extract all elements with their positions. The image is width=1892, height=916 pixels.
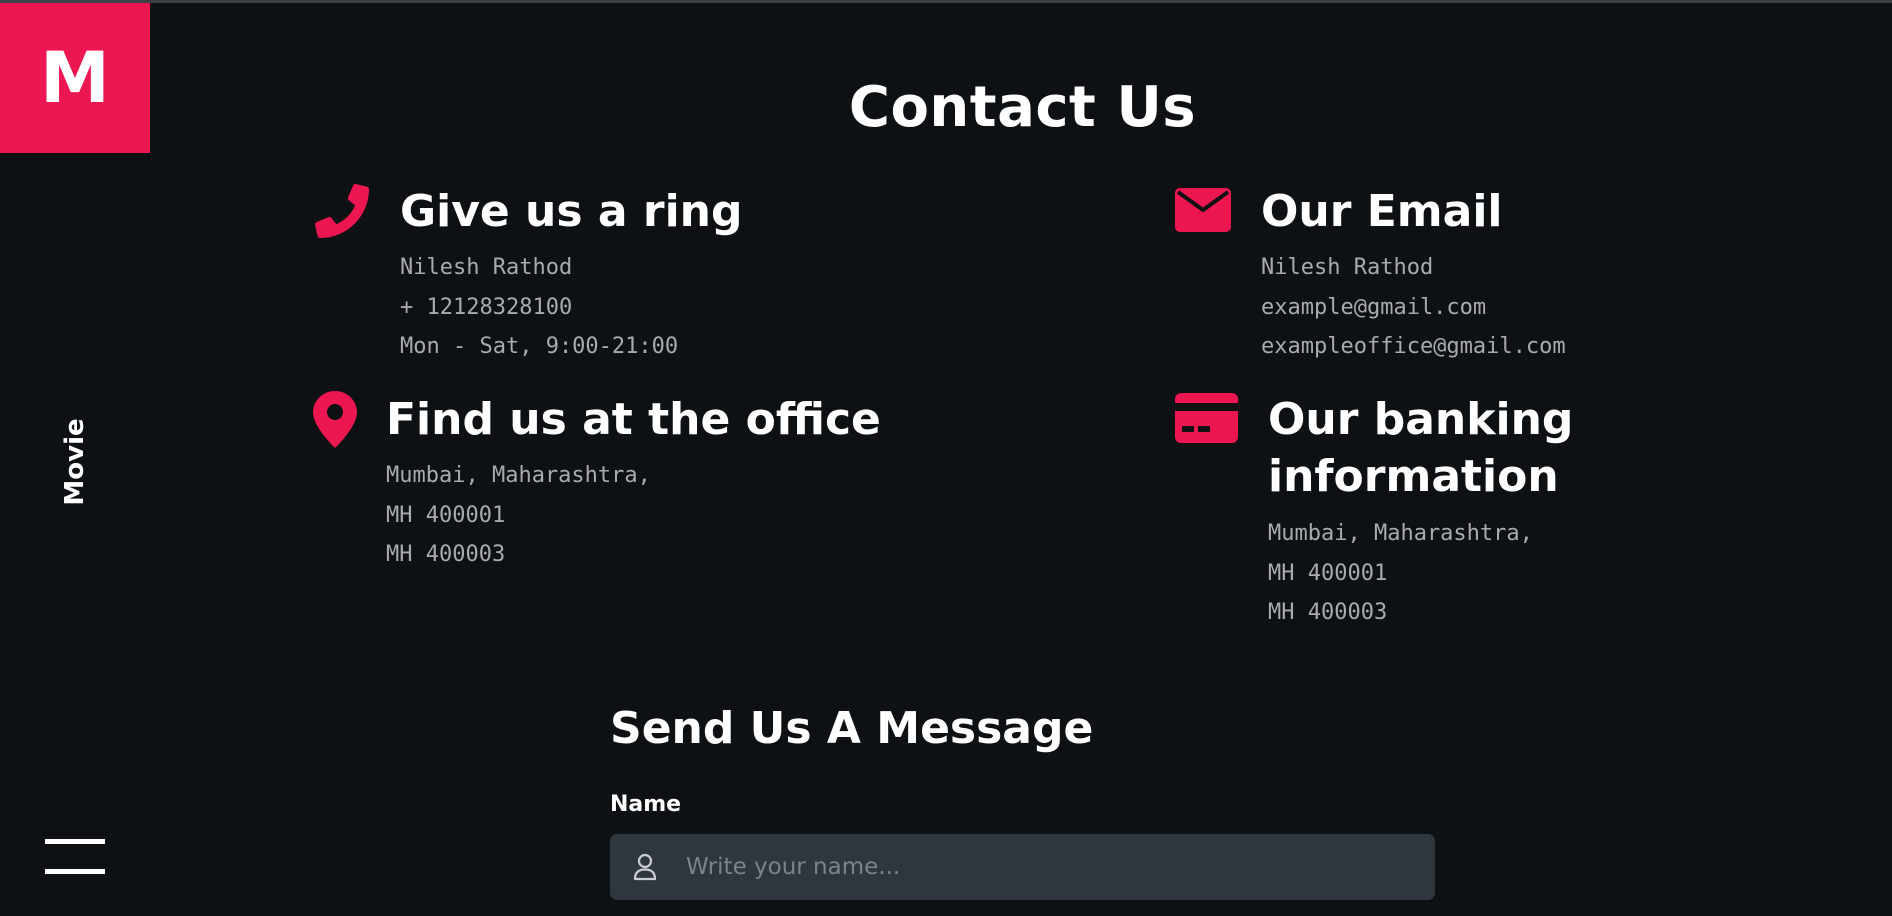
banking-title-line-2: information [1268, 451, 1559, 502]
phone-number[interactable]: + 12128328100 [400, 288, 678, 328]
brand-logo[interactable]: M [0, 3, 150, 153]
office-email-address[interactable]: exampleoffice@gmail.com [1261, 327, 1566, 367]
phone-icon [315, 184, 369, 238]
office-details: Mumbai, Maharashtra, MH 400001 MH 400003 [386, 456, 651, 575]
user-icon [633, 853, 657, 881]
hamburger-menu-icon[interactable] [45, 837, 105, 877]
name-input[interactable] [686, 834, 1421, 900]
office-address-line-1: Mumbai, Maharashtra, [386, 463, 651, 488]
email-address[interactable]: example@gmail.com [1261, 288, 1566, 328]
email-title: Our Email [1261, 186, 1503, 237]
map-pin-icon [313, 391, 357, 448]
page-title: Contact Us [848, 75, 1197, 140]
name-field[interactable] [610, 834, 1435, 900]
email-details: Nilesh Rathod example@gmail.com exampleo… [1261, 248, 1566, 367]
office-address-line-2: MH 400001 [386, 502, 506, 528]
phone-details: Nilesh Rathod + 12128328100 Mon - Sat, 9… [400, 248, 678, 367]
credit-card-icon [1175, 393, 1238, 443]
name-field-label: Name [610, 792, 682, 817]
sidebar-brand-label: Movie [60, 418, 90, 506]
message-form-title: Send Us A Message [610, 703, 1094, 754]
phone-contact-name: Nilesh Rathod [400, 255, 573, 280]
banking-address-line-3: MH 400003 [1268, 600, 1388, 625]
banking-title-line-1: Our banking [1268, 394, 1574, 445]
banking-address-line-2: MH 400001 [1268, 560, 1388, 586]
banking-details: Mumbai, Maharashtra, MH 400001 MH 400003 [1268, 514, 1533, 633]
logo-letter: M [40, 37, 110, 119]
phone-title: Give us a ring [400, 186, 743, 237]
envelope-icon [1175, 188, 1231, 232]
banking-title: Our banking information [1268, 391, 1573, 505]
email-contact-name: Nilesh Rathod [1261, 255, 1434, 280]
phone-hours: Mon - Sat, 9:00-21:00 [400, 334, 679, 359]
sidebar: M Movie [0, 3, 150, 916]
office-title: Find us at the office [386, 394, 881, 445]
office-address-line-3: MH 400003 [386, 542, 506, 567]
top-border [0, 0, 1892, 3]
banking-address-line-1: Mumbai, Maharashtra, [1268, 521, 1533, 546]
